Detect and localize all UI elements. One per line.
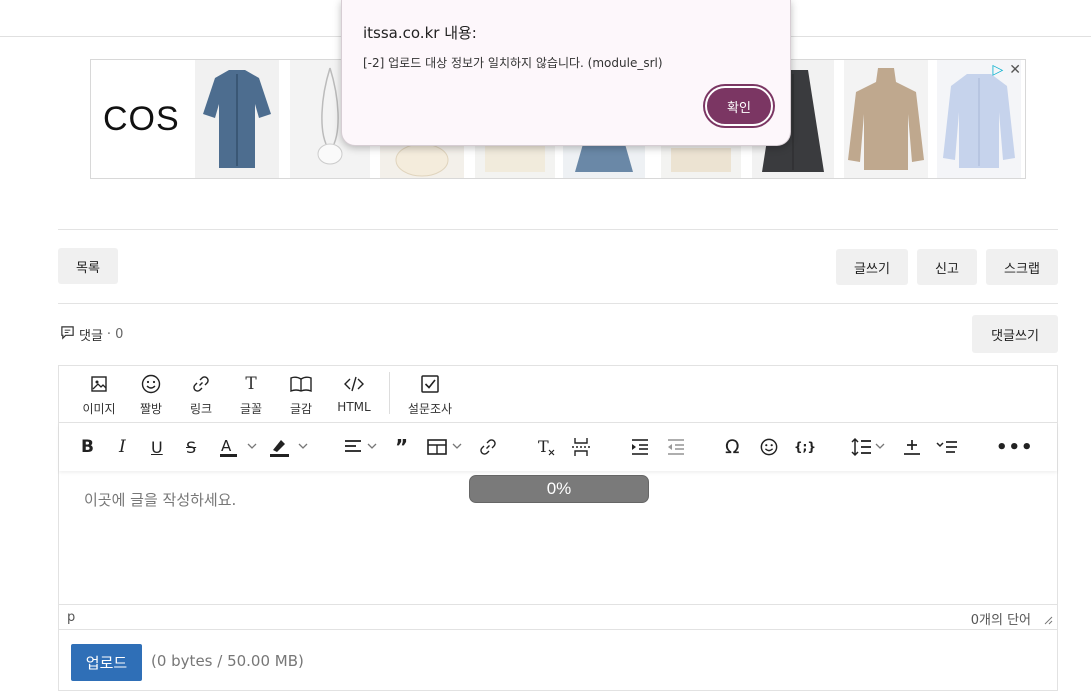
more-options-icon[interactable]: ••• [996,435,1034,459]
upload-size-info: (0 bytes / 50.00 MB) [151,652,304,670]
dialog-title: itssa.co.kr 내용: [363,24,477,42]
book-icon [277,372,325,396]
ad-choices-icon[interactable]: ▷ [992,62,1003,78]
indent-icon[interactable] [631,435,649,459]
list-button[interactable]: 목록 [58,248,118,284]
divider [58,229,1058,230]
outdent-icon[interactable] [667,435,685,459]
write-button[interactable]: 글쓰기 [836,249,908,285]
comment-icon [60,325,75,344]
highlight-color-icon[interactable] [269,435,311,459]
toolbar-html-button[interactable]: HTML [330,372,378,414]
toolbar-survey-button[interactable]: 설문조사 [402,372,458,417]
ad-choices[interactable]: ▷ ✕ [992,62,1021,78]
ad-logo: COS [103,100,180,138]
page-break-icon[interactable] [571,435,591,459]
toolbar-link-button[interactable]: 링크 [177,372,225,417]
scrap-button[interactable]: 스크랩 [986,249,1058,285]
toolbar-template-button[interactable]: 글감 [277,372,325,417]
dialog-message: [-2] 업로드 대상 정보가 일치하지 않습니다. (module_srl) [363,56,663,70]
resize-grip-icon[interactable] [1043,614,1053,629]
svg-text:A: A [221,437,232,455]
underline-icon[interactable]: U [151,435,163,459]
editor-toolbar-formatting: B I U S A ” T Ω {;} ••• [59,423,1057,471]
word-count: 0개의 단어 [970,613,1031,628]
strikethrough-icon[interactable]: S [186,435,196,459]
code-snippet-icon[interactable]: {;} [794,435,816,459]
element-path[interactable]: p [67,610,75,625]
insert-link-icon[interactable] [479,435,497,459]
table-icon[interactable] [427,435,465,459]
font-icon: T [245,374,257,394]
align-icon[interactable] [344,435,380,459]
ad-product-beige-sweater[interactable] [844,60,928,178]
blockquote-icon[interactable]: ” [395,435,408,459]
comment-count-value: · 0 [106,327,124,342]
list-options-icon[interactable] [936,435,958,459]
upload-progress: 0% [469,475,649,503]
ad-product-denim-shirt[interactable] [195,60,279,178]
ad-close-icon[interactable]: ✕ [1009,62,1021,78]
editor-toolbar-primary: 이미지 짤방 링크 T 글꼴 글감 HTML 설문조사 [59,366,1057,423]
report-button[interactable]: 신고 [917,249,977,285]
toolbar-image-button[interactable]: 이미지 [75,372,123,417]
toolbar-emoticon-button[interactable]: 짤방 [127,372,175,417]
divider [58,303,1058,304]
svg-text:T: T [538,437,549,456]
upload-button[interactable]: 업로드 [71,644,142,681]
checkbox-icon [402,372,458,396]
bold-icon[interactable]: B [81,435,94,459]
remove-format-icon[interactable]: T [537,435,557,459]
line-height-icon[interactable] [851,435,887,459]
special-character-icon[interactable]: Ω [725,435,740,459]
toolbar-font-button[interactable]: T 글꼴 [227,372,275,417]
write-comment-button[interactable]: 댓글쓰기 [972,315,1058,353]
code-icon [330,372,378,396]
font-color-icon[interactable]: A [219,435,259,459]
image-icon [75,372,123,396]
comment-count: 댓글 · 0 [60,325,123,344]
link-icon [177,372,225,396]
alert-dialog: itssa.co.kr 내용: [-2] 업로드 대상 정보가 일치하지 않습니… [341,0,791,146]
editor-placeholder[interactable]: 이곳에 글을 작성하세요. [84,489,236,510]
smiley-icon [127,372,175,396]
comment-editor: 이미지 짤방 링크 T 글꼴 글감 HTML 설문조사 B I U S A ” … [58,365,1058,691]
italic-icon[interactable]: I [119,435,126,459]
dialog-ok-button[interactable]: 확인 [705,86,773,126]
comment-label: 댓글 [79,329,103,344]
insert-icon[interactable] [902,435,922,459]
toolbar-separator [389,372,390,414]
emoji-icon[interactable] [760,435,778,459]
editor-status-bar: p 0개의 단어 [59,604,1057,630]
